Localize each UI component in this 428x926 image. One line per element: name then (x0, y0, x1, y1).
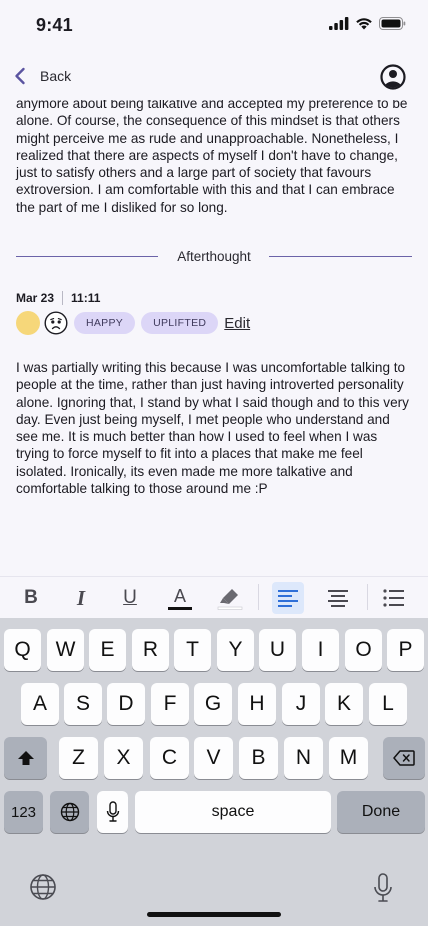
navigation-bar: Back (0, 52, 428, 100)
key-q[interactable]: Q (4, 629, 41, 671)
key-j[interactable]: J (282, 683, 320, 725)
space-key[interactable]: space (135, 791, 331, 833)
meta-separator (62, 291, 64, 305)
chevron-left-icon (15, 67, 25, 85)
key-s[interactable]: S (64, 683, 102, 725)
key-y[interactable]: Y (217, 629, 254, 671)
battery-icon (379, 17, 406, 30)
globe-key[interactable] (50, 791, 89, 833)
key-u[interactable]: U (259, 629, 296, 671)
status-bar: 9:41 (0, 0, 428, 50)
numbers-key[interactable]: 123 (4, 791, 43, 833)
key-i[interactable]: I (302, 629, 339, 671)
back-label: Back (40, 68, 72, 84)
wifi-icon (356, 18, 372, 30)
key-b[interactable]: B (239, 737, 278, 779)
highlighter-icon (217, 589, 243, 610)
globe-icon[interactable] (29, 873, 57, 901)
previous-entry-text: anymore about being talkative and accept… (16, 100, 408, 215)
profile-icon[interactable] (380, 64, 406, 90)
entry-date: Mar 23 (16, 291, 55, 305)
align-left-icon (278, 590, 298, 607)
bold-button[interactable]: B (15, 582, 47, 614)
status-time: 9:41 (36, 15, 73, 35)
bullet-list-icon (383, 589, 404, 607)
entry-meta: Mar 23 11:11 (16, 291, 100, 305)
key-l[interactable]: L (369, 683, 407, 725)
backspace-key[interactable] (383, 737, 425, 779)
key-h[interactable]: H (238, 683, 276, 725)
key-g[interactable]: G (194, 683, 232, 725)
key-p[interactable]: P (387, 629, 424, 671)
key-c[interactable]: C (150, 737, 189, 779)
key-m[interactable]: M (329, 737, 368, 779)
formatting-toolbar: B I U A (0, 576, 428, 618)
edit-tags-link[interactable]: Edit (224, 315, 250, 332)
key-v[interactable]: V (194, 737, 233, 779)
worried-face-icon (44, 311, 68, 335)
key-d[interactable]: D (107, 683, 145, 725)
dictation-key[interactable] (97, 791, 128, 833)
align-center-icon (328, 590, 348, 607)
underline-button[interactable]: U (114, 582, 146, 614)
afterthought-text[interactable]: I was partially writing this because I w… (16, 359, 414, 497)
microphone-icon[interactable] (373, 873, 393, 903)
globe-icon (60, 802, 79, 822)
bold-icon: B (24, 587, 38, 608)
mood-tag[interactable]: HAPPY (74, 312, 136, 334)
microphone-icon (106, 801, 119, 822)
text-color-icon: A (173, 585, 186, 606)
key-f[interactable]: F (151, 683, 189, 725)
key-o[interactable]: O (345, 629, 382, 671)
key-w[interactable]: W (47, 629, 84, 671)
toolbar-separator (258, 584, 259, 610)
backspace-icon (393, 750, 415, 766)
align-left-button[interactable] (272, 582, 304, 614)
mood-tag[interactable]: UPLIFTED (141, 312, 219, 334)
mood-tags-row: HAPPY UPLIFTED Edit (16, 311, 250, 335)
entry-time: 11:11 (71, 291, 101, 305)
afterthought-divider: Afterthought (16, 246, 412, 268)
mood-color-dot (16, 311, 40, 335)
divider-line-right (269, 256, 412, 257)
key-t[interactable]: T (174, 629, 211, 671)
toolbar-separator (367, 584, 368, 610)
text-color-swatch (168, 606, 192, 610)
key-k[interactable]: K (325, 683, 363, 725)
highlight-button[interactable] (214, 582, 246, 614)
journal-entry-content: anymore about being talkative and accept… (0, 100, 428, 576)
cellular-signal-icon (329, 17, 349, 30)
status-icons (329, 17, 406, 30)
bullet-list-button[interactable] (378, 582, 410, 614)
key-e[interactable]: E (89, 629, 126, 671)
shift-arrow-icon (17, 751, 34, 765)
key-z[interactable]: Z (59, 737, 98, 779)
key-x[interactable]: X (104, 737, 143, 779)
text-color-button[interactable]: A (164, 582, 196, 614)
key-a[interactable]: A (21, 683, 59, 725)
italic-icon: I (76, 585, 86, 610)
key-n[interactable]: N (284, 737, 323, 779)
home-indicator[interactable] (147, 912, 281, 917)
back-button[interactable]: Back (14, 64, 71, 88)
underline-icon: U (123, 587, 137, 608)
align-center-button[interactable] (322, 582, 354, 614)
shift-key[interactable] (4, 737, 47, 779)
key-r[interactable]: R (132, 629, 169, 671)
software-keyboard: Q W E R T Y U I O P A S D F G H J K L Z … (0, 618, 428, 926)
done-key[interactable]: Done (337, 791, 425, 833)
italic-button[interactable]: I (65, 582, 97, 614)
